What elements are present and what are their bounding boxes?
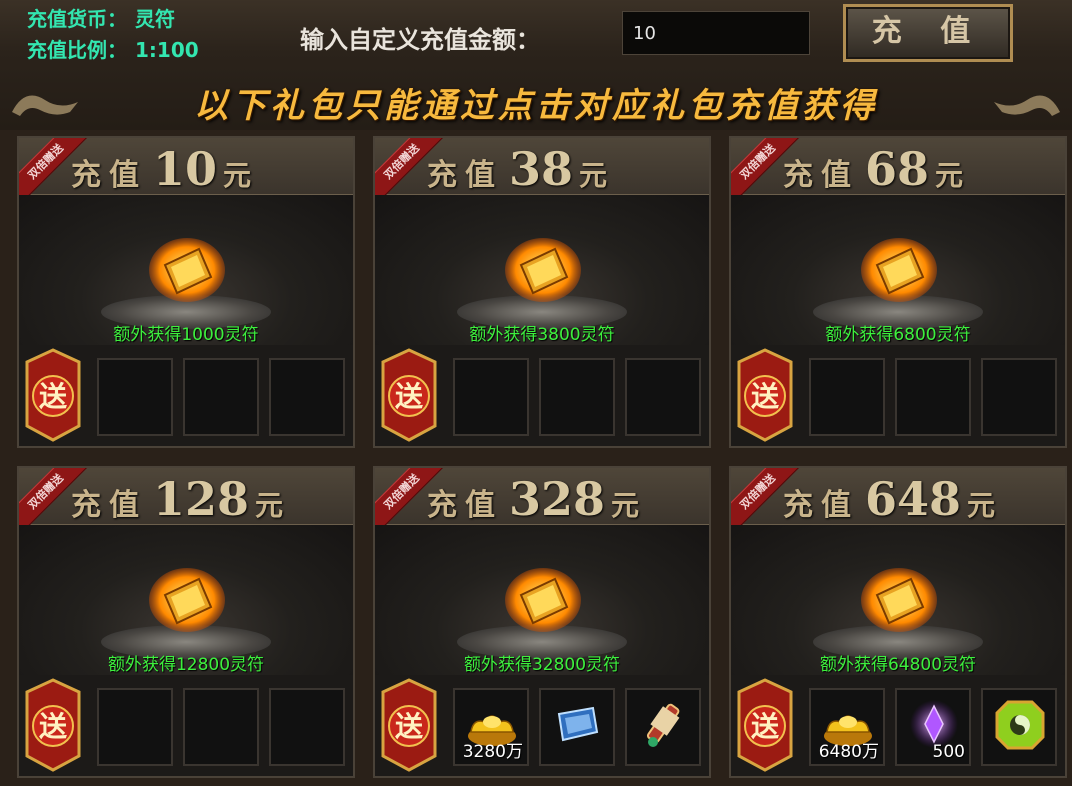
gift-row: 送 6480万 500	[731, 678, 1065, 774]
reward-slot[interactable]	[539, 358, 615, 436]
currency-label: 充值货币：	[27, 7, 127, 31]
card-title-prefix: 充值	[427, 158, 503, 193]
ratio-value: 1:100	[135, 38, 199, 62]
package-card[interactable]: 充值 128 元 双倍赠送 额外获得12800灵符 送	[17, 466, 355, 778]
card-title-amount: 38	[509, 142, 574, 196]
fire-book-icon	[149, 568, 225, 632]
reward-slot[interactable]	[981, 688, 1057, 766]
card-title-prefix: 充值	[71, 158, 147, 193]
reward-slot[interactable]	[183, 358, 259, 436]
reward-slot[interactable]: 6480万	[809, 688, 885, 766]
package-card[interactable]: 充值 38 元 双倍赠送 额外获得3800灵符 送	[373, 136, 711, 448]
card-title: 充值 648 元	[783, 472, 995, 526]
card-title-prefix: 充值	[783, 158, 859, 193]
reward-slot[interactable]	[97, 358, 173, 436]
gift-row: 送	[19, 348, 353, 444]
gift-badge-label: 送	[395, 710, 423, 743]
currency-info: 充值货币： 灵符 充值比例： 1:100	[27, 4, 199, 66]
card-title: 充值 10 元	[71, 142, 251, 196]
gift-badge-label: 送	[751, 380, 779, 413]
card-title-prefix: 充值	[783, 488, 859, 523]
gift-badge-icon: 送	[381, 348, 437, 442]
reward-slot[interactable]	[809, 358, 885, 436]
card-title-amount: 68	[865, 142, 930, 196]
gift-row: 送	[731, 348, 1065, 444]
blue-scroll-icon	[557, 706, 599, 742]
gift-badge-label: 送	[39, 710, 67, 743]
card-title-unit: 元	[967, 489, 996, 522]
card-title: 充值 68 元	[783, 142, 963, 196]
gift-row: 送 3280万	[375, 678, 709, 774]
bonus-text: 额外获得12800灵符	[107, 655, 265, 675]
card-title-amount: 648	[865, 472, 962, 526]
card-title-prefix: 充值	[71, 488, 147, 523]
gift-row: 送	[19, 678, 353, 774]
bonus-text: 额外获得3800灵符	[469, 325, 615, 345]
reward-slot[interactable]	[269, 688, 345, 766]
card-title: 充值 38 元	[427, 142, 607, 196]
fire-book-icon	[149, 238, 225, 302]
fire-book-icon	[861, 568, 937, 632]
bonus-text: 额外获得6800灵符	[825, 325, 971, 345]
gift-badge-icon: 送	[25, 678, 81, 772]
recharge-button[interactable]: 充 值	[843, 4, 1013, 62]
custom-amount-input[interactable]	[622, 11, 810, 55]
package-card[interactable]: 充值 648 元 双倍赠送 额外获得64800灵符 送 6480万 500	[729, 466, 1067, 778]
jade-pendant-icon	[995, 700, 1045, 750]
reward-slot[interactable]	[539, 688, 615, 766]
card-title-unit: 元	[223, 159, 252, 192]
reward-slot[interactable]	[625, 358, 701, 436]
reward-slot[interactable]	[97, 688, 173, 766]
gift-badge-icon: 送	[737, 348, 793, 442]
package-card[interactable]: 充值 68 元 双倍赠送 额外获得6800灵符 送	[729, 136, 1067, 448]
bonus-text: 额外获得32800灵符	[463, 655, 621, 675]
reward-slot[interactable]	[625, 688, 701, 766]
red-scroll-icon	[646, 703, 680, 747]
banner-text: 以下礼包只能通过点击对应礼包充值获得	[194, 85, 878, 126]
custom-amount-label: 输入自定义充值金额：	[300, 26, 540, 54]
item-count: 3280万	[462, 742, 523, 762]
ratio-label: 充值比例：	[27, 38, 127, 62]
banner: 以下礼包只能通过点击对应礼包充值获得	[0, 74, 1072, 130]
reward-slot[interactable]	[895, 358, 971, 436]
reward-slot[interactable]: 500	[895, 688, 971, 766]
reward-slot[interactable]: 3280万	[453, 688, 529, 766]
reward-slot[interactable]	[453, 358, 529, 436]
item-count: 500	[932, 742, 965, 762]
package-card[interactable]: 充值 328 元 双倍赠送 额外获得32800灵符 送 3280万	[373, 466, 711, 778]
fire-book-icon	[505, 238, 581, 302]
card-title-unit: 元	[611, 489, 640, 522]
gift-row: 送	[375, 348, 709, 444]
package-card[interactable]: 充值 10 元 双倍赠送 额外获得1000灵符 送	[17, 136, 355, 448]
card-title: 充值 128 元	[71, 472, 283, 526]
reward-slot[interactable]	[269, 358, 345, 436]
card-title-prefix: 充值	[427, 488, 503, 523]
currency-value: 灵符	[135, 7, 175, 31]
fire-book-icon	[505, 568, 581, 632]
card-title-unit: 元	[935, 159, 964, 192]
card-title-unit: 元	[579, 159, 608, 192]
card-title-unit: 元	[255, 489, 284, 522]
card-title-amount: 328	[509, 472, 606, 526]
gift-badge-label: 送	[39, 380, 67, 413]
gift-badge-label: 送	[395, 380, 423, 413]
fire-book-icon	[861, 238, 937, 302]
package-grid: 充值 10 元 双倍赠送 额外获得1000灵符 送 充值 38 元 双倍赠送 额…	[17, 136, 1067, 786]
gift-badge-icon: 送	[381, 678, 437, 772]
reward-slot[interactable]	[981, 358, 1057, 436]
bonus-text: 额外获得1000灵符	[113, 325, 259, 345]
card-title-amount: 128	[153, 472, 250, 526]
gift-badge-icon: 送	[737, 678, 793, 772]
item-count: 6480万	[818, 742, 879, 762]
gift-badge-icon: 送	[25, 348, 81, 442]
card-title: 充值 328 元	[427, 472, 639, 526]
card-title-amount: 10	[153, 142, 218, 196]
bonus-text: 额外获得64800灵符	[819, 655, 977, 675]
reward-slot[interactable]	[183, 688, 259, 766]
gift-badge-label: 送	[751, 710, 779, 743]
